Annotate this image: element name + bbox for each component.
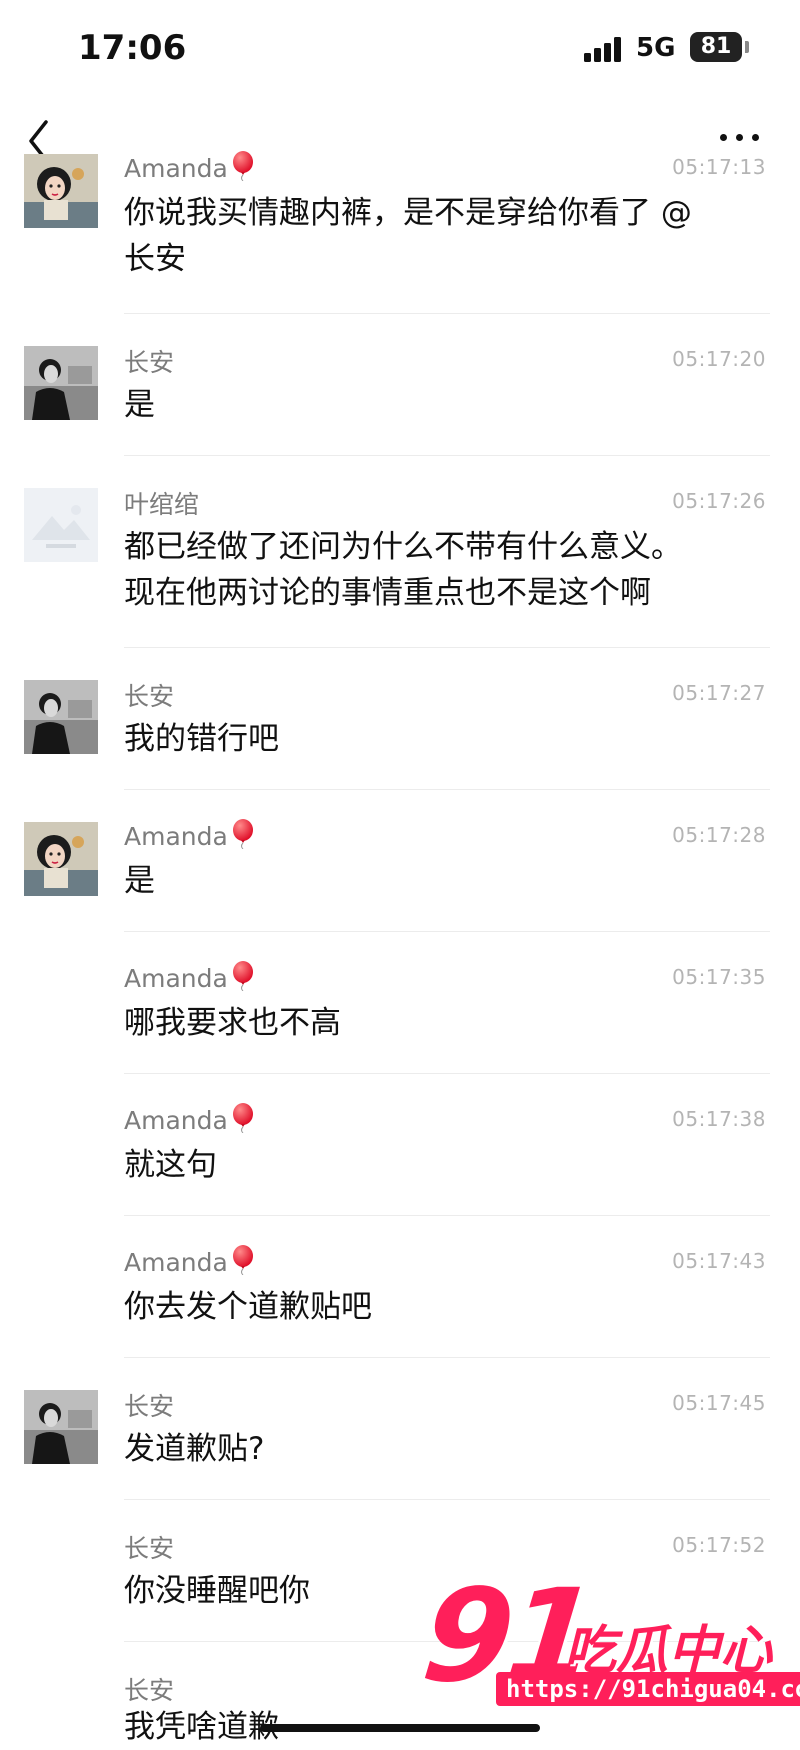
message-sender: Amanda — [124, 961, 256, 997]
message-text: 我的错行吧 — [124, 721, 279, 757]
message-time: 05:17:20 — [672, 347, 766, 371]
message-sender: 长安 — [124, 1392, 175, 1421]
message-sender: 叶绾绾 — [124, 490, 200, 519]
avatar[interactable] — [24, 1390, 98, 1464]
battery-cap — [745, 41, 749, 53]
message-time: 05:17:38 — [672, 1107, 766, 1131]
message-sender: 长安 — [124, 348, 175, 377]
message-sender: 长安 — [124, 682, 175, 711]
message-text: 都已经做了还问为什么不带有什么意义。 现在他两讨论的事情重点也不是这个啊 — [124, 529, 682, 611]
message-text: 是 — [124, 387, 155, 423]
battery-icon: 81 — [690, 32, 742, 62]
message-time: 05:17:27 — [672, 681, 766, 705]
message-text: 哪我要求也不高 — [124, 1005, 341, 1041]
divider — [124, 313, 770, 314]
message-time: 05:17:45 — [672, 1391, 766, 1415]
message-time: 05:17:13 — [672, 155, 766, 179]
avatar[interactable] — [24, 346, 98, 420]
message-sender: 长安 — [124, 1534, 175, 1563]
message-time: 05:17:28 — [672, 823, 766, 847]
message-text: 发道歉贴? — [124, 1431, 265, 1467]
divider — [124, 647, 770, 648]
status-bar: 17:06 5G 81 — [0, 0, 800, 100]
divider — [124, 1499, 770, 1500]
message-text: 就这句 — [124, 1147, 217, 1183]
balloon-icon — [230, 1245, 256, 1281]
divider — [124, 789, 770, 790]
avatar[interactable] — [24, 680, 98, 754]
message-sender: 长安 — [124, 1676, 175, 1705]
site-watermark: 91 吃瓜中心 https://91chigua04.com — [416, 1562, 800, 1728]
message-text: 是 — [124, 863, 155, 899]
balloon-icon — [230, 1103, 256, 1139]
divider — [124, 455, 770, 456]
message-time: 05:17:35 — [672, 965, 766, 989]
message-time: 05:17:43 — [672, 1249, 766, 1273]
home-indicator — [260, 1724, 540, 1732]
divider — [124, 931, 770, 932]
message-text: 你去发个道歉贴吧 — [124, 1289, 372, 1325]
message-time: 05:17:26 — [672, 489, 766, 513]
divider — [124, 1357, 770, 1358]
network-label: 5G — [636, 33, 676, 63]
avatar[interactable] — [24, 154, 98, 228]
status-time: 17:06 — [78, 28, 187, 68]
watermark-url: https://91chigua04.com — [496, 1672, 800, 1706]
message-time: 05:17:52 — [672, 1533, 766, 1557]
more-options-icon[interactable] — [716, 126, 764, 150]
balloon-icon — [230, 151, 256, 187]
message-sender: Amanda — [124, 1103, 256, 1139]
divider — [124, 1215, 770, 1216]
balloon-icon — [230, 961, 256, 997]
message-sender: Amanda — [124, 1245, 256, 1281]
balloon-icon — [230, 819, 256, 855]
message-text: 你说我买情趣内裤，是不是穿给你看了 @ 长安 — [124, 195, 692, 277]
avatar[interactable] — [24, 822, 98, 896]
message-sender: Amanda — [124, 151, 256, 187]
message-sender: Amanda — [124, 819, 256, 855]
avatar[interactable] — [24, 488, 98, 562]
divider — [124, 1073, 770, 1074]
signal-icon — [584, 36, 624, 62]
